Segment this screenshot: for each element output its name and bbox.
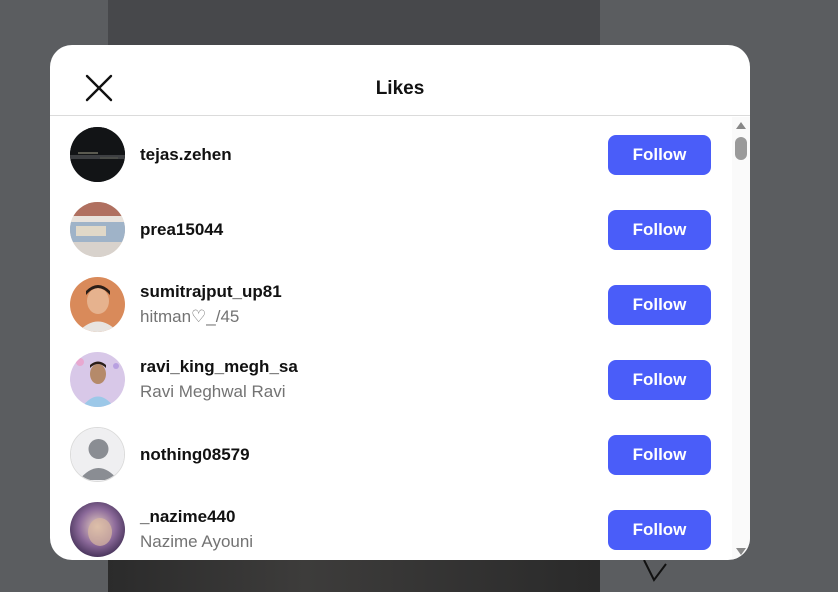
close-icon[interactable] — [84, 73, 114, 103]
follow-button[interactable]: Follow — [608, 509, 711, 550]
avatar[interactable] — [70, 352, 125, 407]
list-item: _nazime440 Nazime Ayouni Follow — [50, 492, 732, 560]
likes-list[interactable]: tejas.zehen Follow prea15044 Follow sumi… — [50, 117, 732, 560]
follow-button[interactable]: Follow — [608, 434, 711, 475]
avatar[interactable] — [70, 277, 125, 332]
avatar[interactable] — [70, 202, 125, 257]
follow-button[interactable]: Follow — [608, 359, 711, 400]
user-names: nothing08579 — [140, 444, 250, 466]
username[interactable]: prea15044 — [140, 219, 223, 241]
avatar[interactable] — [70, 502, 125, 557]
full-name: Ravi Meghwal Ravi — [140, 382, 286, 401]
likes-dialog: Likes tejas.zehen Follow prea15044 Follo… — [50, 45, 750, 560]
list-item: sumitrajput_up81 hitman♡_/45 Follow — [50, 267, 732, 342]
background-share-icon — [643, 559, 667, 582]
list-item: tejas.zehen Follow — [50, 117, 732, 192]
username[interactable]: sumitrajput_up81 — [140, 281, 282, 303]
full-name: hitman♡_/45 — [140, 307, 240, 326]
list-item: prea15044 Follow — [50, 192, 732, 267]
username[interactable]: nothing08579 — [140, 444, 250, 466]
follow-button[interactable]: Follow — [608, 209, 711, 250]
avatar[interactable] — [70, 127, 125, 182]
username[interactable]: tejas.zehen — [140, 144, 232, 166]
scroll-down-arrow-icon[interactable] — [736, 548, 746, 555]
user-names: _nazime440 Nazime Ayouni — [140, 506, 253, 553]
user-names: prea15044 — [140, 219, 223, 241]
username[interactable]: _nazime440 — [140, 506, 253, 528]
full-name: Nazime Ayouni — [140, 532, 254, 551]
dialog-header: Likes — [50, 45, 750, 116]
username[interactable]: ravi_king_megh_sa — [140, 356, 298, 378]
user-names: sumitrajput_up81 hitman♡_/45 — [140, 281, 282, 328]
list-item: ravi_king_megh_sa Ravi Meghwal Ravi Foll… — [50, 342, 732, 417]
dialog-title: Likes — [375, 78, 425, 99]
scroll-up-arrow-icon[interactable] — [736, 122, 746, 129]
scroll-thumb[interactable] — [735, 137, 747, 160]
list-item: nothing08579 Follow — [50, 417, 732, 492]
follow-button[interactable]: Follow — [608, 284, 711, 325]
user-names: ravi_king_megh_sa Ravi Meghwal Ravi — [140, 356, 298, 403]
default-avatar-icon[interactable] — [70, 427, 125, 482]
user-names: tejas.zehen — [140, 144, 232, 166]
scrollbar[interactable] — [732, 117, 750, 560]
likes-list-container: tejas.zehen Follow prea15044 Follow sumi… — [50, 117, 750, 560]
follow-button[interactable]: Follow — [608, 134, 711, 175]
